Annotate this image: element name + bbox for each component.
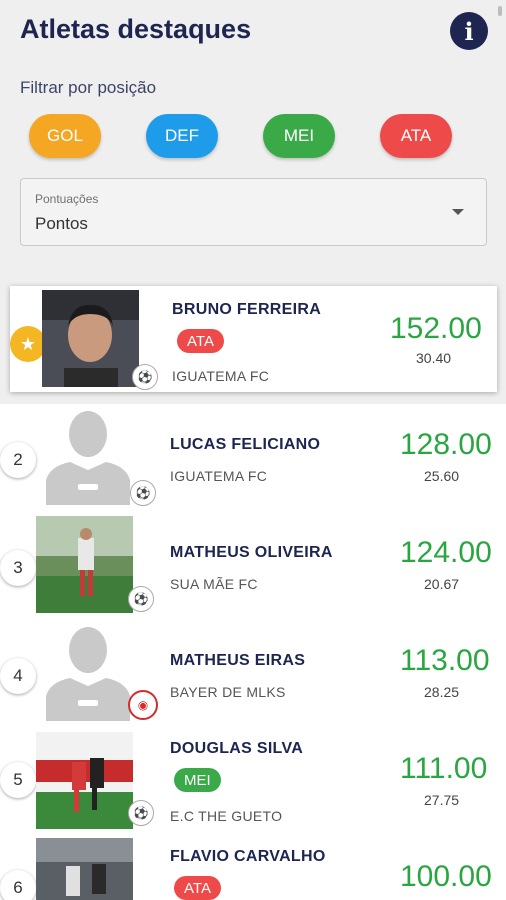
rank-badge: 5	[0, 762, 36, 798]
athlete-average: 20.67	[424, 576, 460, 592]
filter-chip-mei[interactable]: MEI	[263, 114, 335, 158]
star-icon: ★	[10, 326, 46, 362]
athlete-points: 152.00	[390, 312, 482, 345]
athlete-name: MATHEUS OLIVEIRA	[170, 544, 333, 561]
filter-chip-gol[interactable]: GOL	[29, 114, 101, 158]
team-name: IGUATEMA FC	[172, 368, 270, 384]
player-photo	[36, 516, 133, 613]
page-title: Atletas destaques	[20, 14, 252, 44]
athlete-name: FLAVIO CARVALHO	[170, 848, 326, 865]
athlete-row-featured[interactable]: ★ ⚽ BRUNO FERREIRA ATA IGUATEMA FC 152.0…	[10, 286, 497, 392]
sort-select-value: Pontos	[35, 214, 88, 233]
scrollbar[interactable]	[498, 6, 502, 16]
player-photo	[42, 290, 139, 387]
athlete-average: 25.60	[424, 468, 460, 484]
position-badge: ATA	[174, 876, 221, 900]
athlete-name: BRUNO FERREIRA	[172, 301, 322, 318]
filter-chip-ata[interactable]: ATA	[380, 114, 452, 158]
athlete-points: 100.00	[400, 860, 492, 893]
sort-select[interactable]: Pontuações Pontos	[20, 178, 487, 246]
player-photo	[36, 838, 133, 900]
rank-badge: 4	[0, 658, 36, 694]
rank-badge: 6	[0, 870, 36, 900]
athlete-row[interactable]: 4 ◉ MATHEUS EIRAS BAYER DE MLKS 113.00 2…	[0, 622, 506, 730]
team-name: IGUATEMA FC	[170, 468, 268, 484]
athlete-points: 124.00	[400, 536, 492, 569]
athlete-name: MATHEUS EIRAS	[170, 652, 306, 669]
athlete-points: 128.00	[400, 428, 492, 461]
rank-badge: 2	[0, 442, 36, 478]
team-name: E.C THE GUETO	[170, 808, 283, 824]
filter-label: Filtrar por posição	[20, 78, 157, 97]
team-name: SUA MÃE FC	[170, 576, 258, 592]
filter-chip-def[interactable]: DEF	[146, 114, 218, 158]
placeholder-avatar-icon	[40, 408, 137, 505]
team-logo-icon: ⚽	[132, 364, 158, 390]
athlete-name: DOUGLAS SILVA	[170, 740, 304, 757]
athlete-row[interactable]: 2 ⚽ LUCAS FELICIANO IGUATEMA FC 128.00 2…	[0, 406, 506, 514]
sort-select-label: Pontuações	[35, 192, 99, 206]
player-photo	[36, 732, 133, 829]
team-name: BAYER DE MLKS	[170, 684, 286, 700]
athlete-row[interactable]: 3 ⚽ MATHEUS OLIVEIRA SUA MÃE FC 124.00 2…	[0, 514, 506, 622]
chevron-down-icon	[452, 209, 464, 215]
rank-badge: 3	[0, 550, 36, 586]
athlete-row[interactable]: 6 FLAVIO CARVALHO ATA 100.00	[0, 838, 506, 900]
athlete-average: 27.75	[424, 792, 460, 808]
athlete-average: 30.40	[416, 350, 452, 366]
athlete-name: LUCAS FELICIANO	[170, 436, 321, 453]
athlete-row[interactable]: 5 ⚽ DOUGLAS SILVA MEI E.C THE GUETO 111.…	[0, 730, 506, 838]
position-badge: MEI	[174, 768, 221, 792]
team-logo-icon: ⚽	[128, 800, 154, 826]
position-badge: ATA	[177, 329, 224, 353]
team-logo-icon: ⚽	[130, 480, 156, 506]
info-icon[interactable]: i	[450, 12, 488, 50]
athlete-points: 111.00	[400, 752, 488, 785]
athlete-average: 28.25	[424, 684, 460, 700]
team-logo-icon: ◉	[128, 690, 158, 720]
team-logo-icon: ⚽	[128, 586, 154, 612]
placeholder-avatar-icon	[40, 624, 137, 721]
athlete-points: 113.00	[400, 644, 490, 677]
